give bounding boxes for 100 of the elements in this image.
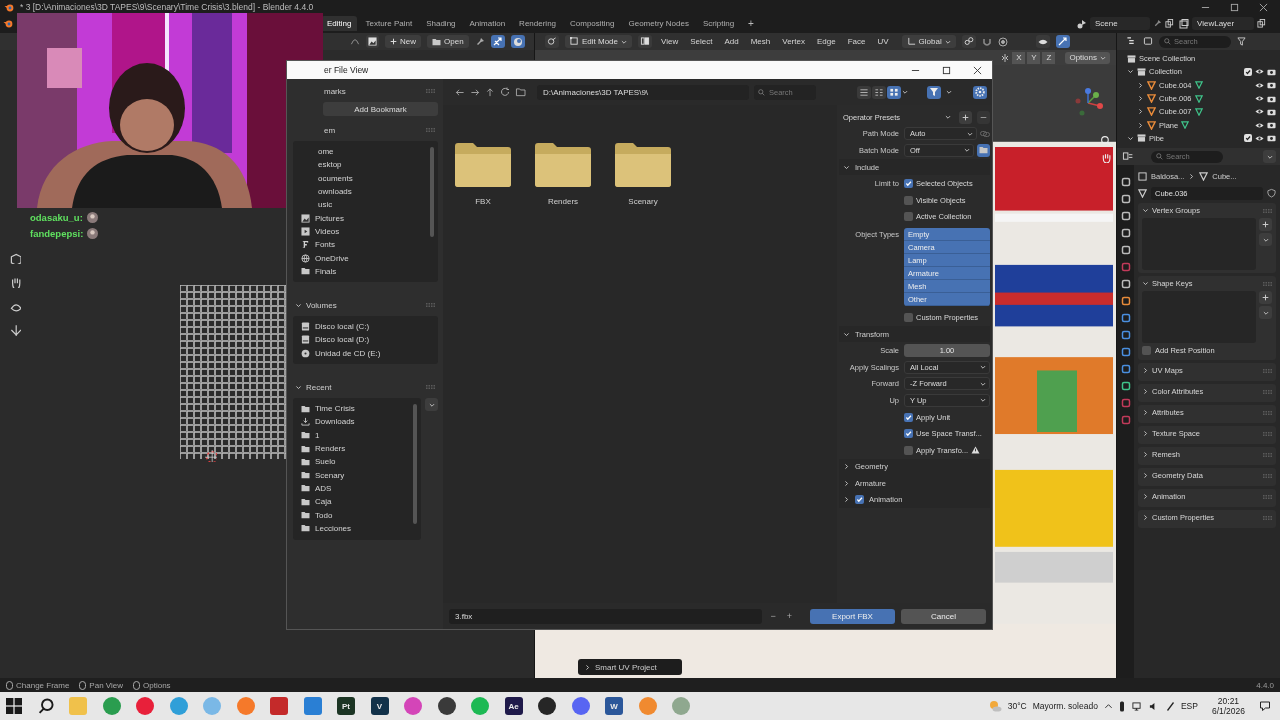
- overlay-button[interactable]: [510, 35, 525, 48]
- options-dropdown-button[interactable]: [1263, 150, 1276, 163]
- chevron-icon[interactable]: [295, 383, 302, 391]
- hand-tool-icon[interactable]: [9, 276, 21, 288]
- eye-icon[interactable]: [1255, 81, 1264, 89]
- file-name[interactable]: Renders: [547, 197, 579, 206]
- checkbox[interactable]: [904, 179, 913, 189]
- checkbox[interactable]: [904, 195, 913, 205]
- chevron-icon[interactable]: [1142, 472, 1149, 479]
- eye-icon[interactable]: [1255, 95, 1264, 103]
- hand-icon[interactable]: [1100, 152, 1111, 163]
- place-item[interactable]: Finals: [315, 266, 337, 276]
- menu-item[interactable]: View: [658, 37, 682, 46]
- place-item[interactable]: Lecciones: [315, 523, 352, 533]
- properties-tab-icon[interactable]: [1120, 364, 1131, 374]
- select-mode-button[interactable]: [638, 35, 653, 48]
- chevron-icon[interactable]: [1137, 108, 1144, 116]
- scrollbar[interactable]: [430, 147, 434, 237]
- mode-dropdown[interactable]: Edit Mode: [565, 35, 633, 48]
- editor-type-button[interactable]: [545, 35, 559, 48]
- place-item[interactable]: esktop: [318, 160, 342, 170]
- gizmo-button[interactable]: [1055, 35, 1070, 48]
- menu-item[interactable]: Edge: [813, 37, 839, 46]
- checkbox[interactable]: [904, 312, 913, 322]
- camera-icon[interactable]: [1267, 121, 1276, 130]
- filename-field[interactable]: 3.fbx: [449, 608, 763, 624]
- checkbox[interactable]: [904, 412, 913, 422]
- add-bookmark-button[interactable]: Add Bookmark: [323, 102, 438, 116]
- place-item[interactable]: ADS: [315, 483, 332, 493]
- properties-tab-icon[interactable]: [1120, 177, 1131, 187]
- windows-start-icon[interactable]: [6, 698, 22, 714]
- new-folder-button[interactable]: [977, 144, 990, 157]
- chevron-icon[interactable]: [1142, 280, 1149, 287]
- camera-icon[interactable]: [1267, 107, 1276, 116]
- close-icon[interactable]: [1259, 2, 1268, 12]
- breadcrumb-separator-icon[interactable]: [1188, 172, 1196, 180]
- place-item[interactable]: Videos: [315, 226, 340, 236]
- place-item[interactable]: Caja: [315, 497, 332, 507]
- increment-button[interactable]: +: [783, 611, 795, 621]
- cancel-button[interactable]: Cancel: [901, 608, 986, 624]
- visibility-button[interactable]: [1035, 35, 1050, 48]
- open-image-button[interactable]: Open: [427, 35, 469, 48]
- close-icon[interactable]: [973, 65, 982, 75]
- place-item[interactable]: Suelo: [315, 457, 336, 467]
- add-preset-button[interactable]: [959, 110, 972, 124]
- workspace-tab[interactable]: Animation: [463, 16, 512, 31]
- folder-icon[interactable]: [615, 143, 671, 187]
- menu-item[interactable]: UV: [874, 37, 892, 46]
- section-title[interactable]: marks: [324, 86, 422, 96]
- outliner-icon[interactable]: [1125, 37, 1137, 46]
- checkbox[interactable]: [904, 212, 913, 222]
- remove-preset-button[interactable]: [977, 110, 990, 124]
- filter-button[interactable]: [927, 85, 941, 99]
- chevron-icon[interactable]: [1137, 95, 1144, 103]
- mirror-icon[interactable]: [1000, 52, 1011, 63]
- chevron-icon[interactable]: [584, 663, 591, 671]
- place-item[interactable]: Disco local (C:): [315, 322, 370, 332]
- add-item-button[interactable]: [1259, 291, 1272, 304]
- display-mode-icon[interactable]: [1143, 37, 1153, 46]
- view-layer-field[interactable]: ViewLayer: [1192, 17, 1254, 30]
- checkbox[interactable]: [1244, 67, 1252, 76]
- folder-icon[interactable]: [455, 143, 511, 187]
- workspace-tab[interactable]: Rendering: [513, 16, 563, 31]
- taskbar-app[interactable]: V: [370, 697, 389, 715]
- file-name[interactable]: Scenary: [628, 197, 658, 206]
- place-item[interactable]: Time Crisis: [315, 404, 355, 414]
- chevron-icon[interactable]: [843, 463, 850, 471]
- properties-tab-icon[interactable]: [1120, 347, 1131, 357]
- forward-arrow-icon[interactable]: [470, 87, 480, 97]
- search-icon[interactable]: [37, 698, 54, 714]
- properties-tab-icon[interactable]: [1120, 279, 1131, 289]
- camera-icon[interactable]: [1267, 94, 1276, 103]
- parent-folder-icon[interactable]: [485, 87, 495, 97]
- place-item[interactable]: Scenary: [315, 470, 345, 480]
- chevron-icon[interactable]: [1142, 409, 1149, 416]
- magnet-icon[interactable]: [981, 36, 992, 47]
- menu-button[interactable]: [425, 398, 438, 411]
- thumbnail-view-button[interactable]: [887, 85, 901, 99]
- workspace-tab[interactable]: Geometry Nodes: [622, 16, 695, 31]
- maximize-icon[interactable]: [942, 65, 951, 75]
- menu-item[interactable]: Mesh: [747, 37, 774, 46]
- properties-tab-icon[interactable]: [1120, 296, 1131, 306]
- camera-icon[interactable]: [1267, 67, 1276, 76]
- mirror-axis-toggle[interactable]: X: [1012, 51, 1026, 64]
- chevron-icon[interactable]: [843, 496, 850, 504]
- properties-icon[interactable]: [1121, 152, 1133, 161]
- checkbox[interactable]: [1142, 345, 1151, 355]
- decrement-button[interactable]: −: [767, 611, 779, 621]
- mirror-axis-toggle[interactable]: Y: [1027, 51, 1041, 64]
- workspace-tab[interactable]: Texture Paint: [359, 16, 419, 31]
- eye-icon[interactable]: [1255, 68, 1264, 76]
- options-dropdown[interactable]: Options: [1065, 51, 1110, 64]
- taskbar-app[interactable]: Pt: [337, 697, 355, 715]
- checkbox[interactable]: [904, 429, 913, 439]
- section-title[interactable]: em: [324, 125, 422, 135]
- eye-icon[interactable]: [1255, 121, 1264, 129]
- pivot-button[interactable]: [961, 35, 976, 48]
- new-image-button[interactable]: New: [385, 35, 421, 48]
- properties-tab-icon[interactable]: [1120, 381, 1131, 391]
- menu-item[interactable]: Select: [687, 37, 716, 46]
